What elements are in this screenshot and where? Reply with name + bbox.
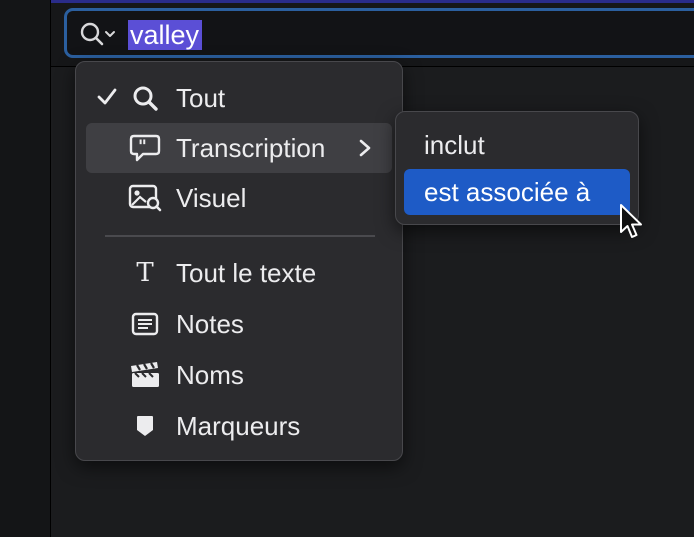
menu-item-label: Notes [176,309,244,339]
menu-item-noms[interactable]: Noms [86,350,392,400]
magnifier-icon [80,22,115,46]
menu-item-label: Visuel [176,183,247,213]
menu-item-label: Tout le texte [176,258,317,288]
submenu-item-label: inclut [424,130,485,160]
mouse-pointer-icon [620,204,642,238]
svg-text:": " [138,137,147,157]
magnifier-icon [128,84,162,112]
submenu-item-est-associee-a[interactable]: est associée à [404,169,630,215]
serif-t-icon: T [136,258,154,288]
menu-item-label: Transcription [176,133,326,163]
menu-item-tout[interactable]: Tout [86,73,392,123]
menu-item-tout-le-texte[interactable]: T Tout le texte [86,248,392,298]
menu-item-visuel[interactable]: Visuel [86,173,392,223]
clapperboard-icon [128,361,162,389]
search-scope-menu: Tout " Transcription Visuel T Tout le te… [75,61,403,461]
marker-icon [128,412,162,440]
search-input-text[interactable]: valley [128,20,203,50]
speech-bubble-quote-icon: " [128,134,162,162]
menu-separator [105,235,375,237]
image-search-icon [128,184,162,212]
menu-item-notes[interactable]: Notes [86,299,392,349]
chevron-right-icon [359,139,371,157]
submenu-item-inclut[interactable]: inclut [404,122,630,168]
notes-icon [128,310,162,338]
chevron-down-icon [105,31,115,37]
menu-item-marqueurs[interactable]: Marqueurs [86,401,392,451]
menu-item-label: Noms [176,360,244,390]
search-scope-button[interactable] [79,20,119,48]
search-field[interactable]: valley [64,8,694,58]
checkmark-icon [97,88,117,105]
menu-item-label: Marqueurs [176,411,301,441]
menu-item-transcription[interactable]: " Transcription [86,123,392,173]
left-panel-edge [0,0,51,537]
transcription-submenu: inclut est associée à [395,111,639,225]
submenu-item-label: est associée à [424,177,591,207]
menu-item-label: Tout [176,83,226,113]
